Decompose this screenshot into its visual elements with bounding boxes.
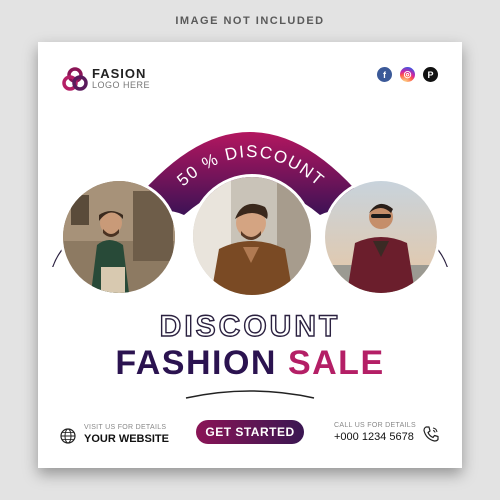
social-post-card: FASION LOGO HERE f ◎ P 50 % DISCOUNT DIS… [38, 42, 462, 468]
website-link[interactable]: YOUR WEBSITE [84, 433, 169, 445]
headline-fashion-sale: FASHION SALE [38, 344, 462, 383]
phone-number[interactable]: +000 1234 5678 [334, 431, 414, 443]
image-not-included-note: IMAGE NOT INCLUDED [175, 15, 325, 27]
phone-info: CALL US FOR DETAILS +000 1234 5678 [334, 422, 444, 452]
visit-label: VISIT US FOR DETAILS [84, 424, 167, 431]
headline-discount: DISCOUNT [159, 309, 341, 343]
social-icons: f ◎ P [377, 67, 438, 82]
model-photo-center [190, 174, 314, 298]
logo-name: FASION [92, 66, 147, 81]
model-photo-left [60, 178, 178, 296]
globe-icon [60, 428, 76, 444]
call-label: CALL US FOR DETAILS [334, 422, 416, 429]
facebook-icon[interactable]: f [377, 67, 392, 82]
get-started-button[interactable]: GET STARTED [196, 420, 304, 444]
website-info: VISIT US FOR DETAILS YOUR WEBSITE [60, 424, 200, 454]
model-photo-right [322, 178, 440, 296]
headline-sale: SALE [287, 344, 385, 382]
decorative-underline [185, 390, 315, 399]
phone-icon [423, 426, 439, 442]
instagram-icon[interactable]: ◎ [400, 67, 415, 82]
pinterest-icon[interactable]: P [423, 67, 438, 82]
headline-fashion: FASHION [115, 344, 277, 382]
